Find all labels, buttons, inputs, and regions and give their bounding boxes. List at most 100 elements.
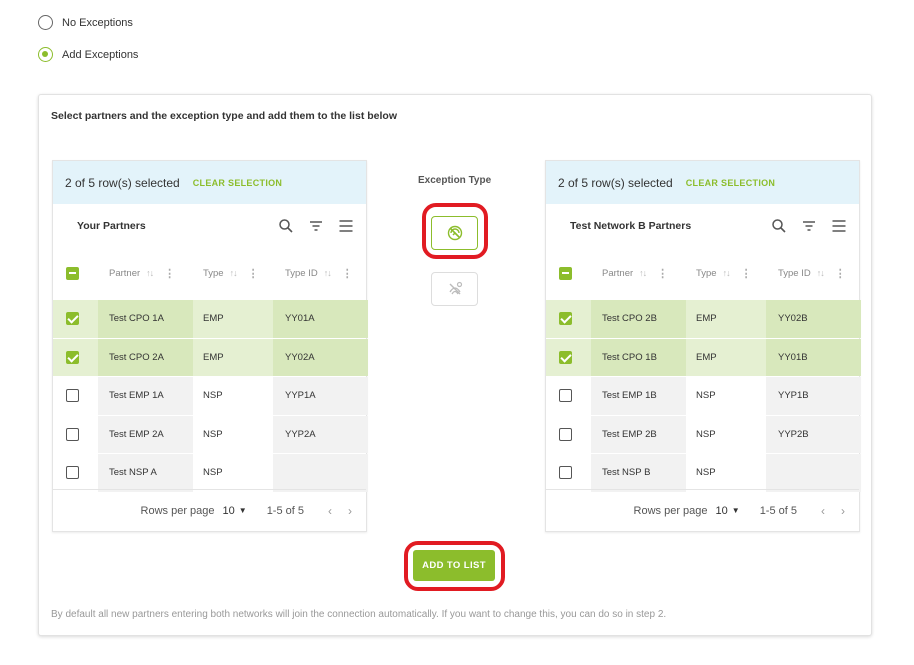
table-row[interactable]: Test CPO 2B EMP YY02B (546, 299, 861, 338)
sort-icon: ↑↓ (323, 268, 332, 278)
row-checkbox[interactable] (66, 466, 79, 480)
row-checkbox[interactable] (559, 389, 572, 403)
selection-count: 2 of 5 row(s) selected (65, 175, 180, 190)
row-checkbox[interactable] (66, 427, 79, 441)
column-header-type[interactable]: Type ↑↓ ⋮ (696, 247, 752, 299)
table-row[interactable]: Test NSP B NSP (546, 453, 861, 492)
partner-cell: Test EMP 1B (602, 390, 657, 402)
column-header-partner[interactable]: Partner ↑↓ ⋮ (109, 247, 175, 299)
sort-icon: ↑↓ (816, 268, 825, 278)
select-all-checkbox[interactable] (66, 266, 79, 280)
no-exceptions-radio[interactable] (38, 15, 53, 30)
type-cell: NSP (203, 390, 223, 402)
grid-body: Test CPO 1A EMP YY01A Test CPO 2A EMP YY… (53, 299, 368, 492)
rows-per-page-label: Rows per page (140, 504, 215, 517)
partner-cell: Test CPO 2A (109, 351, 164, 363)
partner-cell: Test EMP 2B (602, 428, 657, 440)
add-exceptions-radio[interactable] (38, 47, 53, 62)
filter-icon[interactable] (308, 218, 324, 234)
column-header-row: Partner ↑↓ ⋮ Type ↑↓ ⋮ Type ID ↑↓ ⋮ (53, 247, 366, 299)
next-page-icon[interactable]: › (841, 504, 845, 518)
clear-selection-button[interactable]: CLEAR SELECTION (686, 178, 776, 188)
grid-body: Test CPO 2B EMP YY02B Test CPO 1B EMP YY… (546, 299, 861, 492)
column-menu-icon: ⋮ (834, 267, 846, 280)
no-connection-icon (447, 225, 462, 241)
partner-cell: Test CPO 1B (602, 351, 657, 363)
sort-icon: ↑↓ (229, 268, 238, 278)
select-all-checkbox[interactable] (559, 266, 572, 280)
row-checkbox[interactable] (559, 312, 572, 326)
type-cell: NSP (696, 390, 716, 402)
add-exceptions-option[interactable]: Add Exceptions (38, 47, 138, 62)
caret-down-icon: ▼ (731, 506, 740, 515)
row-checkbox[interactable] (559, 350, 572, 364)
type-cell: NSP (696, 428, 716, 440)
column-header-partner[interactable]: Partner ↑↓ ⋮ (602, 247, 668, 299)
type-id-cell: YYP2A (285, 428, 316, 440)
page-range: 1-5 of 5 (759, 504, 797, 517)
rows-per-page-select[interactable]: 10 ▼ (223, 505, 247, 517)
column-menu-icon: ⋮ (164, 267, 176, 280)
table-row[interactable]: Test NSP A NSP (53, 453, 368, 492)
partner-cell: Test NSP A (109, 467, 157, 479)
no-exceptions-label: No Exceptions (62, 16, 133, 29)
partner-cell: Test EMP 2A (109, 428, 164, 440)
table-row[interactable]: Test EMP 2B NSP YYP2B (546, 414, 861, 453)
add-to-list-button[interactable]: ADD TO LIST (413, 550, 495, 581)
no-exceptions-option[interactable]: No Exceptions (38, 15, 133, 30)
menu-icon[interactable] (831, 218, 847, 234)
rows-per-page-select[interactable]: 10 ▼ (716, 505, 740, 517)
exception-type-button-1[interactable] (431, 216, 478, 250)
add-exceptions-label: Add Exceptions (62, 48, 139, 61)
row-checkbox[interactable] (66, 312, 79, 326)
partner-cell: Test EMP 1A (109, 390, 164, 402)
column-header-type-id[interactable]: Type ID ↑↓ ⋮ (285, 247, 353, 299)
partner-cell: Test NSP B (602, 467, 651, 479)
partner-cell: Test CPO 2B (602, 313, 657, 325)
grid-title: Your Partners (77, 219, 146, 232)
page-range: 1-5 of 5 (266, 504, 304, 517)
type-cell: EMP (696, 313, 717, 325)
partner-cell: Test CPO 1A (109, 313, 164, 325)
table-row[interactable]: Test EMP 1B NSP YYP1B (546, 376, 861, 415)
column-header-row: Partner ↑↓ ⋮ Type ↑↓ ⋮ Type ID ↑↓ ⋮ (546, 247, 859, 299)
clear-selection-button[interactable]: CLEAR SELECTION (193, 178, 283, 188)
no-connection-alt-icon (448, 281, 462, 295)
row-checkbox[interactable] (66, 389, 79, 403)
sort-icon: ↑↓ (639, 268, 647, 278)
prev-page-icon[interactable]: ‹ (328, 504, 332, 518)
search-icon[interactable] (278, 218, 294, 234)
type-id-cell: YYP2B (778, 428, 809, 440)
row-checkbox[interactable] (559, 427, 572, 441)
type-id-cell: YY01B (778, 351, 808, 363)
rows-per-page-label: Rows per page (633, 504, 708, 517)
exception-type-label: Exception Type (418, 175, 492, 186)
column-header-type[interactable]: Type ↑↓ ⋮ (203, 247, 259, 299)
menu-icon[interactable] (338, 218, 354, 234)
table-row[interactable]: Test CPO 1A EMP YY01A (53, 299, 368, 338)
search-icon[interactable] (771, 218, 787, 234)
column-header-type-id[interactable]: Type ID ↑↓ ⋮ (778, 247, 846, 299)
table-row[interactable]: Test CPO 2A EMP YY02A (53, 337, 368, 376)
type-cell: NSP (203, 467, 223, 479)
type-cell: NSP (696, 467, 716, 479)
sort-icon: ↑↓ (146, 268, 154, 278)
column-menu-icon: ⋮ (247, 267, 259, 280)
type-id-cell: YY02A (285, 351, 315, 363)
table-row[interactable]: Test EMP 1A NSP YYP1A (53, 376, 368, 415)
row-checkbox[interactable] (66, 350, 79, 364)
grid-title: Test Network B Partners (570, 219, 692, 232)
next-page-icon[interactable]: › (348, 504, 352, 518)
exceptions-card: Select partners and the exception type a… (38, 94, 872, 636)
exception-type-button-2[interactable] (431, 272, 478, 306)
filter-icon[interactable] (801, 218, 817, 234)
table-row[interactable]: Test EMP 2A NSP YYP2A (53, 414, 368, 453)
network-b-partners-grid: 2 of 5 row(s) selected CLEAR SELECTION T… (545, 160, 861, 532)
selection-count: 2 of 5 row(s) selected (558, 175, 673, 190)
type-id-cell: YY02B (778, 313, 808, 325)
grid-header: Test Network B Partners (546, 204, 859, 247)
row-checkbox[interactable] (559, 466, 572, 480)
table-row[interactable]: Test CPO 1B EMP YY01B (546, 337, 861, 376)
default-behavior-note: By default all new partners entering bot… (51, 609, 667, 620)
prev-page-icon[interactable]: ‹ (821, 504, 825, 518)
